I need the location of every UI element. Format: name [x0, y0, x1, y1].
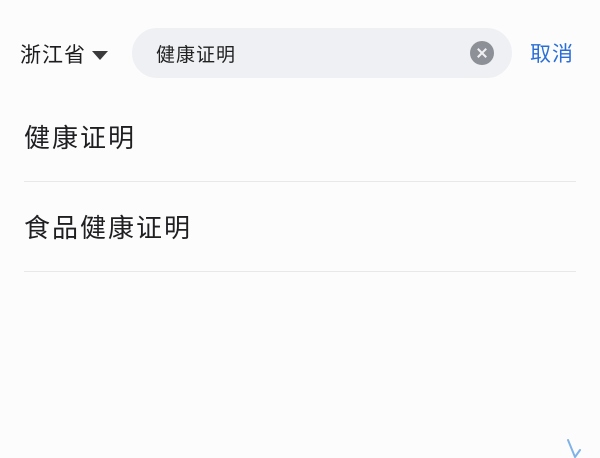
search-header: 浙江省 取消	[0, 0, 600, 96]
region-label: 浙江省	[20, 43, 86, 67]
suggestion-label: 食品健康证明	[24, 214, 193, 244]
clear-icon[interactable]	[470, 41, 494, 65]
suggestion-item[interactable]: 食品健康证明	[24, 182, 576, 272]
search-input[interactable]	[132, 27, 470, 79]
suggestion-label: 健康证明	[24, 124, 137, 154]
region-selector[interactable]: 浙江省	[20, 36, 108, 72]
cancel-button[interactable]: 取消	[530, 36, 574, 72]
cursor-edge-icon	[567, 439, 581, 458]
suggestion-item[interactable]: 健康证明	[24, 92, 576, 182]
caret-down-icon	[92, 50, 108, 60]
search-box[interactable]	[132, 27, 512, 79]
search-screen: 浙江省 取消 健康证明 食品健康证明	[0, 0, 600, 458]
suggestion-list: 健康证明 食品健康证明	[24, 92, 576, 272]
